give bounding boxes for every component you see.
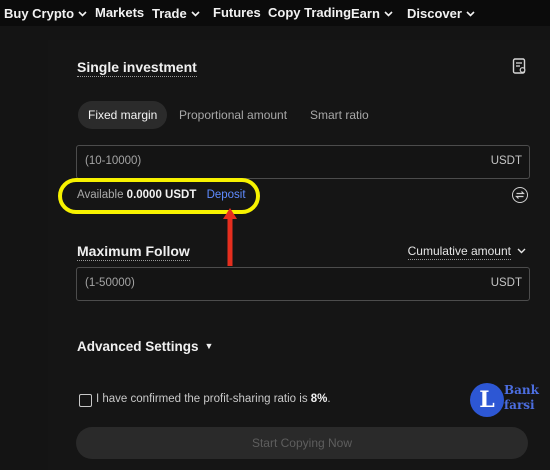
logo-badge: L (470, 383, 504, 417)
maximum-follow-input[interactable]: (1-50000) USDT (76, 267, 530, 301)
maximum-follow-label: Maximum Follow (77, 243, 190, 261)
chevron-down-icon (191, 5, 200, 20)
chevron-down-icon (384, 5, 393, 20)
amount-placeholder: (10-10000) (85, 155, 142, 167)
swap-icon[interactable] (512, 187, 528, 203)
nav-copy-trading[interactable]: Copy Trading (268, 5, 351, 20)
nav-discover[interactable]: Discover (407, 5, 475, 21)
nav-futures[interactable]: Futures (213, 5, 261, 20)
cumulative-amount-dropdown[interactable]: Cumulative amount (407, 243, 526, 260)
caret-down-icon: ▼ (204, 341, 214, 351)
investment-amount-input[interactable]: (10-10000) USDT (76, 145, 530, 179)
nav-earn[interactable]: Earn (351, 5, 393, 21)
max-follow-placeholder: (1-50000) (85, 277, 135, 289)
bankfarsi-logo: L Bank farsi (470, 383, 548, 417)
confirm-checkbox[interactable] (79, 394, 92, 407)
nav-label: Earn (351, 6, 380, 21)
advanced-settings-toggle[interactable]: Advanced Settings ▼ (77, 339, 213, 354)
single-investment-label: Single investment (77, 59, 197, 77)
logo-text: Bank farsi (504, 383, 539, 413)
chevron-down-icon (517, 243, 526, 257)
nav-label: Futures (213, 5, 261, 20)
nav-label: Buy Crypto (4, 6, 75, 21)
nav-buy-crypto[interactable]: Buy Crypto (4, 5, 87, 21)
nav-label: Discover (407, 6, 462, 21)
max-follow-unit: USDT (490, 277, 522, 289)
top-nav: Buy Crypto Markets Trade Futures Copy Tr… (0, 0, 550, 26)
cumulative-amount-label: Cumulative amount (407, 244, 511, 260)
advanced-settings-label: Advanced Settings (77, 339, 199, 354)
confirm-suffix: . (327, 393, 331, 405)
start-copying-button[interactable]: Start Copying Now (76, 427, 528, 459)
nav-label: Trade (152, 6, 187, 21)
confirm-label: I have confirmed the profit-sharing rati… (96, 393, 308, 405)
tab-proportional-amount[interactable]: Proportional amount (179, 101, 287, 129)
arrow-up-icon (221, 204, 239, 271)
chevron-down-icon (78, 5, 87, 20)
amount-unit: USDT (490, 155, 522, 167)
chevron-down-icon (466, 5, 475, 20)
confirm-text: I have confirmed the profit-sharing rati… (96, 393, 331, 405)
document-icon[interactable] (512, 58, 527, 80)
profit-sharing-ratio: 8% (310, 393, 328, 405)
nav-label: Copy Trading (268, 5, 352, 20)
single-investment-title: Single investment (77, 59, 197, 77)
nav-trade[interactable]: Trade (152, 5, 200, 21)
logo-line-1: Bank (504, 383, 539, 397)
tab-smart-ratio[interactable]: Smart ratio (310, 101, 369, 129)
logo-line-2: farsi (504, 398, 535, 412)
maximum-follow-title: Maximum Follow (77, 243, 190, 261)
nav-markets[interactable]: Markets (95, 5, 144, 20)
tab-fixed-margin[interactable]: Fixed margin (78, 101, 168, 129)
nav-label: Markets (95, 5, 145, 20)
